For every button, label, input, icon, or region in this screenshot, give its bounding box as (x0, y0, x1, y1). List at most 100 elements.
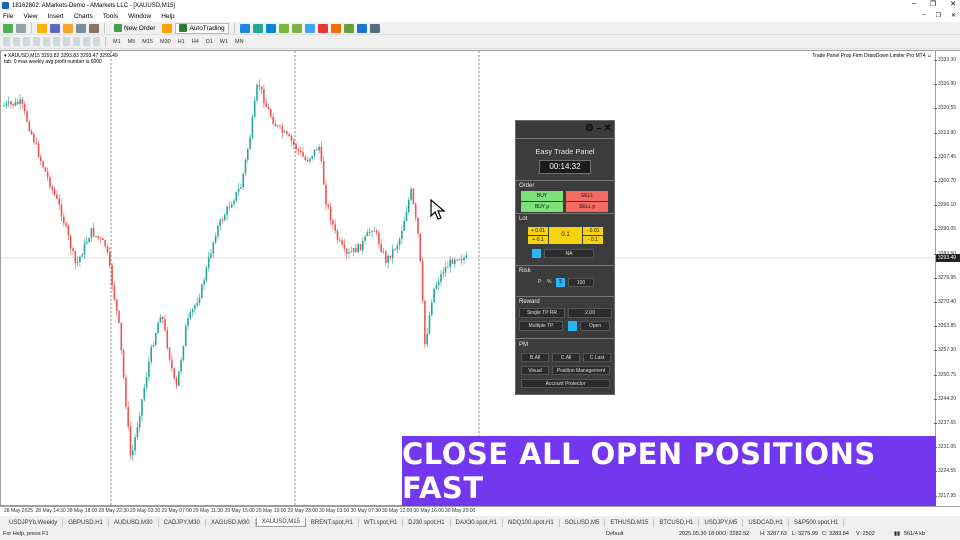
crosshair-tool-icon[interactable] (13, 37, 20, 46)
indicators-icon[interactable] (343, 23, 354, 33)
vertical-line-icon[interactable] (23, 37, 30, 46)
menu-help[interactable]: Help (161, 13, 174, 20)
close-last-button[interactable]: C.Last (583, 353, 611, 362)
timeframe-h1[interactable]: H1 (176, 39, 187, 45)
risk-mode-dollar[interactable]: $ (556, 278, 565, 287)
chart-tab[interactable]: SOLUSD,M5 (560, 518, 606, 527)
arrows-tool-icon[interactable] (93, 37, 100, 46)
label-tool-icon[interactable] (83, 37, 90, 46)
chart-tab[interactable]: BTCUSD,H1 (654, 518, 700, 527)
chart-restore-button[interactable]: ❐ (936, 12, 941, 19)
chart-minimize-button[interactable]: – (922, 12, 925, 19)
menu-window[interactable]: Window (128, 13, 151, 20)
metaeditor-icon[interactable] (162, 23, 173, 33)
horizontal-line-icon[interactable] (33, 37, 40, 46)
candlestick-icon[interactable] (252, 23, 263, 33)
terminal-icon[interactable] (76, 23, 86, 33)
menu-view[interactable]: View (23, 13, 37, 20)
market-watch-icon[interactable] (37, 23, 47, 33)
buy-pending-button[interactable]: BUY p (521, 202, 563, 212)
chart-tab[interactable]: XAGUSD,M30 (206, 518, 256, 527)
settings-gear-icon[interactable]: ⚙ (585, 123, 594, 135)
sell-button[interactable]: SELL (566, 191, 608, 201)
chart-shift-icon[interactable] (317, 23, 328, 33)
autotrading-button[interactable]: AutoTrading (175, 22, 229, 34)
strategy-tester-icon[interactable] (89, 23, 99, 33)
trendline-icon[interactable] (43, 37, 50, 46)
bar-chart-icon[interactable] (239, 23, 250, 33)
chart-tab[interactable]: DJ30.spot,H1 (403, 518, 451, 527)
single-tp-rr-field[interactable]: 2.00 (568, 308, 612, 318)
lot-value[interactable]: 0.1 (549, 227, 582, 244)
chart-tab[interactable]: ETHUSD,M15 (605, 518, 655, 527)
single-tp-button[interactable]: Single TP RR (519, 308, 565, 318)
cursor-tool-icon[interactable] (3, 37, 10, 46)
timeframe-m1[interactable]: M1 (111, 39, 123, 45)
fibonacci-icon[interactable] (63, 37, 70, 46)
chart-close-button[interactable]: ✕ (951, 12, 956, 19)
menu-file[interactable]: File (3, 13, 13, 20)
minimize-panel-icon[interactable]: – (596, 123, 602, 135)
chart-tab[interactable]: CADJPY,M30 (159, 518, 206, 527)
lot-plus-001-button[interactable]: + 0.01 (528, 227, 548, 235)
close-panel-icon[interactable]: ✕ (604, 123, 612, 135)
risk-value-field[interactable]: 100 (568, 278, 594, 287)
navigator-icon[interactable] (63, 23, 73, 33)
zoom-out-icon[interactable] (291, 23, 302, 33)
sell-pending-button[interactable]: SELL p (566, 202, 608, 212)
chart-tab[interactable]: BRENT.spot,H1 (306, 518, 359, 527)
multiple-tp-button[interactable]: Multiple TP (519, 321, 563, 331)
risk-mode-percent[interactable]: % (547, 279, 551, 285)
visual-button[interactable]: Visual (521, 366, 549, 375)
chart-tab[interactable]: GBPUSD,H1 (63, 518, 109, 527)
timeframe-w1[interactable]: W1 (218, 39, 230, 45)
equidistant-channel-icon[interactable] (53, 37, 60, 46)
chart-tab[interactable]: USDCAD,H1 (743, 518, 789, 527)
timeframe-m5[interactable]: M5 (126, 39, 138, 45)
new-chart-icon[interactable] (3, 23, 13, 33)
new-order-button[interactable]: New Order (110, 23, 159, 34)
chart-tab[interactable]: AUDUSD,M30 (109, 518, 159, 527)
data-window-icon[interactable] (50, 23, 60, 33)
tile-windows-icon[interactable] (304, 23, 315, 33)
menu-tools[interactable]: Tools (103, 13, 118, 20)
chart-tab[interactable]: WTI.spot,H1 (359, 518, 404, 527)
lot-minus-001-button[interactable]: - 0.01 (583, 227, 603, 235)
timeframe-m15[interactable]: M15 (140, 39, 155, 45)
zoom-in-icon[interactable] (278, 23, 289, 33)
autoscroll-icon[interactable] (330, 23, 341, 33)
timeframe-h4[interactable]: H4 (190, 39, 201, 45)
breakeven-all-button[interactable]: B.All (521, 353, 549, 362)
open-multiple-tp-button[interactable]: Open (580, 321, 610, 331)
price-axis[interactable]: 3293.49 3333.30 3326.90 3320.55 3313.90 3307… (933, 50, 960, 506)
timeframe-mn[interactable]: MN (233, 39, 246, 45)
close-button[interactable]: ✕ (950, 0, 956, 8)
periods-icon[interactable] (356, 23, 367, 33)
timeframe-m30[interactable]: M30 (158, 39, 173, 45)
close-all-button[interactable]: C.All (552, 353, 580, 362)
profiles-icon[interactable] (16, 23, 26, 33)
chart-tab[interactable]: USDJPY,M5 (699, 518, 744, 527)
risk-mode-points[interactable]: P (538, 279, 541, 285)
templates-icon[interactable] (369, 23, 380, 33)
chart-tab[interactable]: USDJPYb,Weekly (4, 518, 64, 527)
minimize-button[interactable]: – (912, 0, 916, 8)
lot-plus-01-button[interactable]: + 0.1 (528, 236, 548, 244)
menu-charts[interactable]: Charts (74, 13, 93, 20)
chart-tab[interactable]: DAX30.spot,H1 (451, 518, 503, 527)
time-axis[interactable]: 28 May 2025 28 May 14:30 28 May 18:00 28 Ma… (0, 506, 960, 516)
buy-button[interactable]: BUY (521, 191, 563, 201)
chart-tab[interactable]: S&P500.spot,H1 (789, 518, 845, 527)
chart-tab[interactable]: NDQ100.spot,H1 (503, 518, 560, 527)
timeframe-d1[interactable]: D1 (204, 39, 215, 45)
menu-insert[interactable]: Insert (47, 13, 63, 20)
lot-minus-01-button[interactable]: - 0.1 (583, 236, 603, 244)
chart-tab[interactable]: XAUUSD,M15 (255, 518, 306, 527)
multiple-tp-toggle[interactable] (568, 321, 577, 331)
position-management-button[interactable]: Position Management (552, 366, 610, 375)
maximize-button[interactable]: ❐ (930, 0, 936, 8)
text-tool-icon[interactable] (73, 37, 80, 46)
line-chart-icon[interactable] (265, 23, 276, 33)
lot-mode-toggle[interactable] (532, 249, 541, 258)
account-protector-button[interactable]: Account Protector (521, 379, 610, 388)
